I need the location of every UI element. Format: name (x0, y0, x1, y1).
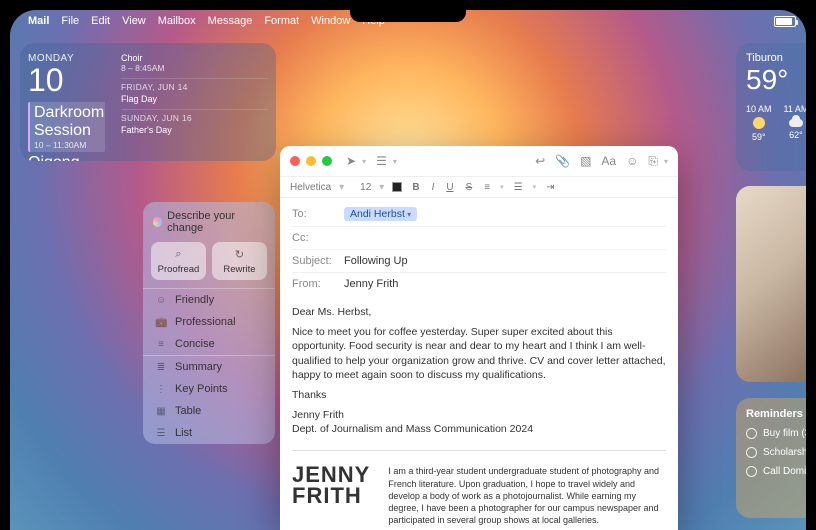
weather-hour: 10 AM59° (746, 104, 772, 142)
weather-hour: 11 AM62° (784, 104, 806, 142)
menubar-message[interactable]: Message (208, 15, 253, 27)
cloud-icon (789, 119, 803, 127)
lines-icon: ≣ (155, 362, 167, 373)
photos-widget[interactable] (736, 186, 806, 382)
radio-empty-icon (746, 447, 757, 458)
from-value[interactable]: Jenny Frith (344, 278, 398, 290)
magnifier-icon: ⌕ (151, 248, 206, 261)
battery-icon[interactable] (774, 16, 796, 27)
calendar-event: Choir 8 – 8:45AM (121, 51, 268, 75)
bold-button[interactable]: B (410, 182, 421, 193)
calendar-event: Qigong 2:00 – 2:30PM (28, 152, 105, 161)
calendar-event: Darkroom Session 10 – 11:30AM (28, 102, 105, 152)
reply-icon[interactable]: ↩︎ (535, 154, 545, 168)
zoom-window-button[interactable] (322, 156, 332, 166)
briefcase-icon: 💼 (155, 317, 167, 328)
tool-table[interactable]: ▦Table (143, 400, 275, 422)
tone-friendly[interactable]: ☺Friendly (143, 289, 275, 311)
weather-widget[interactable]: Tiburon 59° 10 AM59° 11 AM62° (736, 43, 806, 171)
cc-row[interactable]: Cc: (292, 227, 666, 250)
attach-icon[interactable]: 📎 (555, 154, 570, 168)
calendar-event: Father's Day (121, 123, 268, 137)
reminders-title: Reminders (746, 408, 806, 420)
reminders-widget[interactable]: Reminders Buy film (3 Scholarshi Call Do… (736, 398, 806, 518)
emoji-icon[interactable]: ☺ (626, 154, 638, 168)
message-body[interactable]: Dear Ms. Herbst, Nice to meet you for co… (280, 295, 678, 530)
calendar-day-name: MONDAY (28, 53, 105, 64)
table-icon: ▦ (155, 406, 167, 417)
display-notch (350, 0, 466, 22)
calendar-event: Flag Day (121, 92, 268, 106)
subject-row[interactable]: Subject: Following Up (292, 250, 666, 273)
menubar-format[interactable]: Format (264, 15, 299, 27)
font-family-dropdown[interactable]: Helvetica (290, 182, 331, 193)
underline-button[interactable]: U (444, 182, 455, 193)
weather-location: Tiburon (746, 52, 806, 64)
radio-empty-icon (746, 466, 757, 477)
tone-concise[interactable]: ≡Concise (143, 333, 275, 355)
proofread-button[interactable]: ⌕ Proofread (151, 242, 206, 280)
radio-empty-icon (746, 428, 757, 439)
writing-tools-header: Describe your change (167, 210, 265, 234)
menubar-view[interactable]: View (122, 15, 146, 27)
strike-button[interactable]: S (464, 182, 475, 193)
tone-professional[interactable]: 💼Professional (143, 311, 275, 333)
font-size-dropdown[interactable]: 12 (360, 182, 371, 193)
reminder-item[interactable]: Buy film (3 (746, 428, 806, 439)
format-bar: Helvetica▾ 12▾ B I U S ≡▾ ☰▾ ⇥ (280, 176, 678, 198)
tool-summary[interactable]: ≣Summary (143, 356, 275, 378)
sun-icon (753, 117, 765, 129)
weather-temp: 59° (746, 64, 806, 96)
window-titlebar[interactable]: ➤▾ ☰▾ ↩︎ 📎 ▧ Aa ☺ ⎘▾ (280, 146, 678, 176)
smile-icon: ☺ (155, 295, 167, 306)
compress-icon: ≡ (155, 339, 167, 350)
list-icon: ☰ (155, 428, 167, 439)
close-window-button[interactable] (290, 156, 300, 166)
reminder-item[interactable]: Scholarshi (746, 447, 806, 458)
align-button[interactable]: ≡ (482, 182, 492, 193)
photo-icon[interactable]: ▧ (580, 154, 591, 168)
format-text-icon[interactable]: Aa (601, 154, 616, 168)
send-icon[interactable]: ➤ (346, 154, 356, 168)
menubar-edit[interactable]: Edit (91, 15, 110, 27)
indent-button[interactable]: ⇥ (544, 182, 556, 193)
writing-tools-popover: Describe your change ⌕ Proofread ↻ Rewri… (143, 202, 275, 444)
from-row[interactable]: From: Jenny Frith (292, 273, 666, 295)
menubar-mailbox[interactable]: Mailbox (158, 15, 196, 27)
header-fields-icon[interactable]: ☰ (376, 154, 387, 168)
bullets-icon: ⋮ (155, 384, 167, 395)
sparkle-icon (153, 217, 162, 227)
tool-list[interactable]: ☰List (143, 422, 275, 444)
subject-value[interactable]: Following Up (344, 255, 408, 267)
menubar-file[interactable]: File (61, 15, 79, 27)
text-color-swatch[interactable] (392, 182, 402, 192)
reminder-item[interactable]: Call Domin (746, 466, 806, 477)
calendar-widget[interactable]: MONDAY 10 Darkroom Session 10 – 11:30AM … (20, 43, 276, 161)
recipient-chip[interactable]: Andi Herbst (344, 207, 417, 221)
drop-icon[interactable]: ⎘ (648, 154, 658, 169)
mail-compose-window: ➤▾ ☰▾ ↩︎ 📎 ▧ Aa ☺ ⎘▾ Helvetica▾ 12▾ (280, 146, 678, 530)
list-button[interactable]: ☰ (512, 182, 525, 193)
rewrite-button[interactable]: ↻ Rewrite (212, 242, 267, 280)
arrows-cycle-icon: ↻ (212, 248, 267, 261)
italic-button[interactable]: I (430, 182, 437, 193)
tool-keypoints[interactable]: ⋮Key Points (143, 378, 275, 400)
resume-attachment: JENNY FRITH I am a third-year student un… (292, 450, 666, 526)
menubar-window[interactable]: Window (311, 15, 350, 27)
menubar-app-name[interactable]: Mail (28, 15, 49, 27)
to-row[interactable]: To: Andi Herbst (292, 202, 666, 227)
minimize-window-button[interactable] (306, 156, 316, 166)
calendar-day-number: 10 (28, 64, 105, 96)
